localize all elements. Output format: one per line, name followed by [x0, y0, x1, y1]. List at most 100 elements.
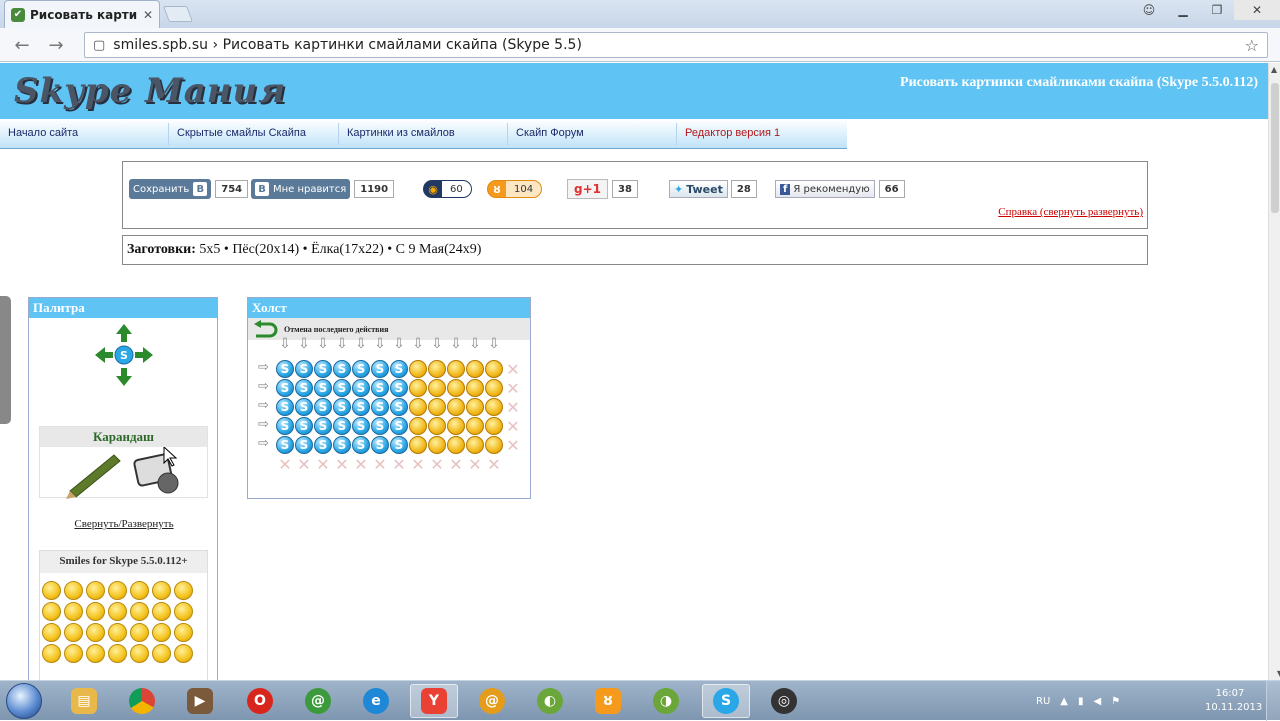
sun-smiley-icon[interactable] — [466, 417, 484, 435]
smiley-icon[interactable] — [130, 623, 149, 642]
sun-smiley-icon[interactable] — [428, 417, 446, 435]
empty-cell-icon[interactable]: ✕ — [447, 455, 465, 474]
row-fill-arrow-icon[interactable]: ⇨ — [258, 379, 269, 394]
taskbar-yandex[interactable]: Y — [410, 684, 458, 718]
smiley-icon[interactable] — [130, 644, 149, 663]
skype-smiley-icon[interactable]: S — [371, 417, 389, 435]
skype-smiley-icon[interactable]: S — [276, 360, 294, 378]
sun-smiley-icon[interactable] — [447, 436, 465, 454]
skype-smiley-icon[interactable]: S — [352, 417, 370, 435]
column-fill-arrow-icon[interactable]: ⇩ — [390, 336, 408, 352]
taskbar-app-melon[interactable]: ◐ — [526, 684, 574, 718]
smiley-icon[interactable] — [174, 581, 193, 600]
skype-smiley-icon[interactable]: S — [390, 360, 408, 378]
smiley-icon[interactable] — [86, 644, 105, 663]
column-fill-arrow-icon[interactable]: ⇩ — [428, 336, 446, 352]
sun-smiley-icon[interactable] — [428, 436, 446, 454]
help-link[interactable]: Справка (свернуть развернуть) — [998, 206, 1143, 218]
row-fill-arrow-icon[interactable]: ⇨ — [258, 398, 269, 413]
skype-smiley-icon[interactable]: S — [276, 436, 294, 454]
ok-button[interactable]: ȣ 104 — [487, 180, 543, 198]
skype-smiley-icon[interactable]: S — [371, 436, 389, 454]
empty-cell-icon[interactable]: ✕ — [295, 455, 313, 474]
skype-smiley-icon[interactable]: S — [352, 398, 370, 416]
skype-smiley-icon[interactable]: S — [390, 417, 408, 435]
empty-cell-icon[interactable]: ✕ — [409, 455, 427, 474]
skype-smiley-icon[interactable]: S — [295, 398, 313, 416]
column-fill-arrow-icon[interactable]: ⇩ — [276, 336, 294, 352]
sun-smiley-icon[interactable] — [485, 417, 503, 435]
profile-icon[interactable]: ☺ — [1132, 0, 1166, 20]
smiley-icon[interactable] — [108, 623, 127, 642]
nav-link-editor[interactable]: Редактор версия 1 — [685, 127, 780, 139]
sun-smiley-icon[interactable] — [428, 398, 446, 416]
skype-smiley-icon[interactable]: S — [390, 379, 408, 397]
tray-expand-icon[interactable]: ▲ — [1060, 696, 1068, 707]
flag-icon[interactable]: ⚑ — [1111, 696, 1120, 707]
sun-smiley-icon[interactable] — [466, 379, 484, 397]
sun-smiley-icon[interactable] — [485, 436, 503, 454]
volume-icon[interactable]: ◀ — [1094, 696, 1102, 707]
column-fill-arrow-icon[interactable]: ⇩ — [295, 336, 313, 352]
twitter-widget[interactable]: ✦ Tweet 28 — [669, 179, 757, 199]
column-fill-arrow-icon[interactable]: ⇩ — [333, 336, 351, 352]
skype-smiley-icon[interactable]: S — [276, 417, 294, 435]
mailru-button[interactable]: ◉ 60 — [423, 180, 472, 198]
sun-smiley-icon[interactable] — [466, 436, 484, 454]
sun-smiley-icon[interactable] — [485, 379, 503, 397]
address-text[interactable]: smiles.spb.su › Рисовать картинки смайла… — [113, 37, 1236, 53]
skype-smiley-icon[interactable]: S — [314, 398, 332, 416]
smiley-icon[interactable] — [130, 581, 149, 600]
network-icon[interactable]: ▮ — [1078, 696, 1084, 707]
sun-smiley-icon[interactable] — [409, 436, 427, 454]
move-arrows-icon[interactable]: S — [93, 322, 155, 388]
language-indicator[interactable]: RU — [1036, 696, 1050, 707]
start-button[interactable] — [6, 683, 42, 719]
row-fill-arrow-icon[interactable]: ⇨ — [258, 436, 269, 451]
bookmark-star-icon[interactable]: ☆ — [1245, 36, 1259, 55]
smiley-icon[interactable] — [64, 602, 83, 621]
skype-smiley-icon[interactable]: S — [333, 417, 351, 435]
skype-smiley-icon[interactable]: S — [314, 417, 332, 435]
empty-cell-icon[interactable]: ✕ — [276, 455, 294, 474]
skype-smiley-icon[interactable]: S — [295, 360, 313, 378]
skype-smiley-icon[interactable]: S — [295, 379, 313, 397]
taskbar-odnoklassniki[interactable]: ȣ — [584, 684, 632, 718]
scroll-up-icon[interactable]: ▲ — [1271, 65, 1277, 74]
taskbar-qip[interactable]: @ — [468, 684, 516, 718]
smiley-icon[interactable] — [42, 602, 61, 621]
skype-smiley-icon[interactable]: S — [371, 360, 389, 378]
browser-tab[interactable]: ✔ Рисовать картинки см ✕ — [4, 0, 160, 28]
empty-cell-icon[interactable]: ✕ — [371, 455, 389, 474]
skype-smiley-icon[interactable]: S — [390, 398, 408, 416]
smiley-icon[interactable] — [42, 623, 61, 642]
sun-smiley-icon[interactable] — [409, 417, 427, 435]
empty-cell-icon[interactable]: ✕ — [504, 398, 522, 417]
smiley-icon[interactable] — [86, 602, 105, 621]
empty-cell-icon[interactable]: ✕ — [485, 455, 503, 474]
site-logo[interactable]: Skype Мания — [14, 71, 286, 111]
smiley-icon[interactable] — [42, 644, 61, 663]
close-tab-icon[interactable]: ✕ — [143, 8, 153, 22]
smiley-icon[interactable] — [130, 602, 149, 621]
smiley-icon[interactable] — [86, 581, 105, 600]
taskbar-app-melon2[interactable]: ◑ — [642, 684, 690, 718]
new-tab-button[interactable] — [163, 6, 193, 22]
close-window-button[interactable]: ✕ — [1234, 0, 1280, 20]
skype-smiley-icon[interactable]: S — [295, 436, 313, 454]
column-fill-arrow-icon[interactable]: ⇩ — [314, 336, 332, 352]
address-bar[interactable]: ▢ smiles.spb.su › Рисовать картинки смай… — [84, 32, 1268, 58]
taskbar-chrome[interactable] — [118, 684, 166, 718]
skype-smiley-icon[interactable]: S — [333, 398, 351, 416]
skype-smiley-icon[interactable]: S — [371, 379, 389, 397]
minimize-button[interactable]: ▁ — [1166, 0, 1200, 20]
taskbar-mail-agent[interactable]: @ — [294, 684, 342, 718]
column-fill-arrow-icon[interactable]: ⇩ — [352, 336, 370, 352]
sun-smiley-icon[interactable] — [447, 417, 465, 435]
mailru-widget[interactable]: ◉ 60 — [423, 179, 472, 199]
empty-cell-icon[interactable]: ✕ — [504, 417, 522, 436]
sun-smiley-icon[interactable] — [466, 360, 484, 378]
back-button[interactable]: ← — [10, 34, 34, 56]
empty-cell-icon[interactable]: ✕ — [390, 455, 408, 474]
empty-cell-icon[interactable]: ✕ — [314, 455, 332, 474]
